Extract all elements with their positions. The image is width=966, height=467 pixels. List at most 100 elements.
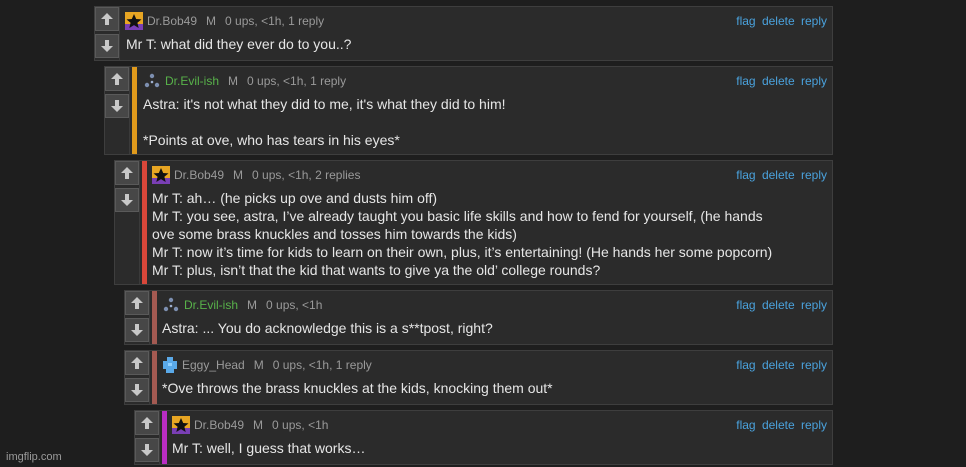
reply-link[interactable]: reply	[801, 14, 827, 28]
comment-line: ove some brass knuckles and tosses him t…	[152, 226, 517, 242]
thread-depth-bar	[152, 291, 157, 344]
downvote-button[interactable]	[105, 94, 129, 118]
comment-body: Mr T: ah… (he picks up ove and dusts him…	[152, 189, 824, 279]
downvote-button[interactable]	[115, 188, 139, 212]
up-arrow-icon	[141, 417, 153, 429]
up-arrow-icon	[131, 297, 143, 309]
reply-link[interactable]: reply	[801, 418, 827, 432]
upvote-button[interactable]	[95, 7, 119, 31]
flag-link[interactable]: flag	[736, 168, 755, 182]
comment-header: Dr.Bob49 M 0 ups, <1h	[172, 416, 329, 434]
comment-body: *Ove throws the brass knuckles at the ki…	[162, 379, 824, 397]
comment-line: Astra: it's not what they did to me, it'…	[143, 96, 506, 112]
comment-actions: flag delete reply	[733, 14, 827, 28]
username[interactable]: Dr.Bob49	[194, 418, 244, 432]
mod-badge: M	[253, 418, 264, 432]
username[interactable]: Dr.Bob49	[174, 168, 224, 182]
flag-link[interactable]: flag	[736, 418, 755, 432]
comment-line: Mr T: ah… (he picks up ove and dusts him…	[152, 190, 438, 206]
down-arrow-icon	[141, 444, 153, 456]
blue-pixel-avatar[interactable]	[160, 356, 178, 374]
imgflip-watermark: imgflip.com	[6, 451, 62, 463]
comment-line: Astra: ... You do acknowledge this is a …	[162, 320, 493, 336]
up-arrow-icon	[131, 357, 143, 369]
reply-link[interactable]: reply	[801, 74, 827, 88]
upvote-button[interactable]	[125, 291, 149, 315]
comment-meta: 0 ups, <1h, 1 reply	[272, 358, 372, 372]
triangle-dots-avatar[interactable]	[162, 296, 180, 314]
triangle-dots-avatar[interactable]	[143, 72, 161, 90]
comment-line: Mr T: now it’s time for kids to learn on…	[152, 244, 773, 260]
comment-line: *Ove throws the brass knuckles at the ki…	[162, 380, 553, 396]
thread-depth-bar	[152, 351, 157, 404]
comment-line: Mr T: well, I guess that works…	[172, 440, 366, 456]
comment-header: Eggy_Head M 0 ups, <1h, 1 reply	[160, 357, 372, 373]
imgflip-star-avatar[interactable]	[152, 166, 170, 184]
flag-link[interactable]: flag	[736, 74, 755, 88]
imgflip-star-avatar[interactable]	[172, 416, 190, 434]
upvote-button[interactable]	[135, 411, 159, 435]
comment-line: Mr T: plus, isn’t that the kid that want…	[152, 262, 601, 278]
username[interactable]: Dr.Evil-ish	[165, 74, 219, 88]
down-arrow-icon	[131, 324, 143, 336]
down-arrow-icon	[111, 100, 123, 112]
comment: Eggy_Head M 0 ups, <1h, 1 reply flag del…	[124, 350, 833, 405]
comment: Dr.Bob49 M 0 ups, <1h, 1 reply flag dele…	[94, 6, 833, 61]
username[interactable]: Eggy_Head	[182, 358, 245, 372]
comment-actions: flag delete reply	[733, 168, 827, 182]
vote-controls	[125, 351, 150, 404]
thread-depth-bar	[132, 67, 137, 154]
downvote-button[interactable]	[135, 438, 159, 462]
down-arrow-icon	[121, 194, 133, 206]
reply-link[interactable]: reply	[801, 168, 827, 182]
vote-controls	[105, 67, 130, 154]
up-arrow-icon	[111, 73, 123, 85]
comment-meta: 0 ups, <1h	[266, 298, 323, 312]
comment-body: Mr T: what did they ever do to you..?	[126, 35, 824, 53]
upvote-button[interactable]	[125, 351, 149, 375]
mod-badge: M	[206, 14, 217, 28]
delete-link[interactable]: delete	[762, 14, 795, 28]
flag-link[interactable]: flag	[736, 358, 755, 372]
up-arrow-icon	[101, 13, 113, 25]
comment-line: Mr T: you see, astra, I’ve already taugh…	[152, 208, 763, 224]
vote-controls	[125, 291, 150, 344]
delete-link[interactable]: delete	[762, 358, 795, 372]
comment-actions: flag delete reply	[733, 298, 827, 312]
flag-link[interactable]: flag	[736, 14, 755, 28]
comment-meta: 0 ups, <1h	[272, 418, 329, 432]
mod-badge: M	[233, 168, 244, 182]
reply-link[interactable]: reply	[801, 298, 827, 312]
comment-line	[143, 113, 824, 131]
comment: Dr.Bob49 M 0 ups, <1h, 2 replies flag de…	[114, 160, 833, 285]
username[interactable]: Dr.Evil-ish	[184, 298, 238, 312]
comment-body: Astra: ... You do acknowledge this is a …	[162, 319, 824, 337]
vote-controls	[115, 161, 140, 284]
upvote-button[interactable]	[105, 67, 129, 91]
downvote-button[interactable]	[95, 34, 119, 58]
delete-link[interactable]: delete	[762, 74, 795, 88]
comment-meta: 0 ups, <1h, 1 reply	[225, 14, 325, 28]
delete-link[interactable]: delete	[762, 168, 795, 182]
mod-badge: M	[228, 74, 239, 88]
comment-header: Dr.Bob49 M 0 ups, <1h, 1 reply	[125, 12, 325, 30]
thread-depth-bar	[162, 411, 167, 464]
flag-link[interactable]: flag	[736, 298, 755, 312]
comment-meta: 0 ups, <1h, 2 replies	[252, 168, 361, 182]
comment-actions: flag delete reply	[733, 418, 827, 432]
upvote-button[interactable]	[115, 161, 139, 185]
down-arrow-icon	[101, 40, 113, 52]
comment-actions: flag delete reply	[733, 74, 827, 88]
downvote-button[interactable]	[125, 378, 149, 402]
imgflip-star-avatar[interactable]	[125, 12, 143, 30]
username[interactable]: Dr.Bob49	[147, 14, 197, 28]
mod-badge: M	[253, 358, 264, 372]
down-arrow-icon	[131, 384, 143, 396]
up-arrow-icon	[121, 167, 133, 179]
comment-body: Mr T: well, I guess that works…	[172, 439, 824, 457]
delete-link[interactable]: delete	[762, 418, 795, 432]
reply-link[interactable]: reply	[801, 358, 827, 372]
downvote-button[interactable]	[125, 318, 149, 342]
comment: Dr.Evil-ish M 0 ups, <1h, 1 reply flag d…	[104, 66, 833, 155]
delete-link[interactable]: delete	[762, 298, 795, 312]
